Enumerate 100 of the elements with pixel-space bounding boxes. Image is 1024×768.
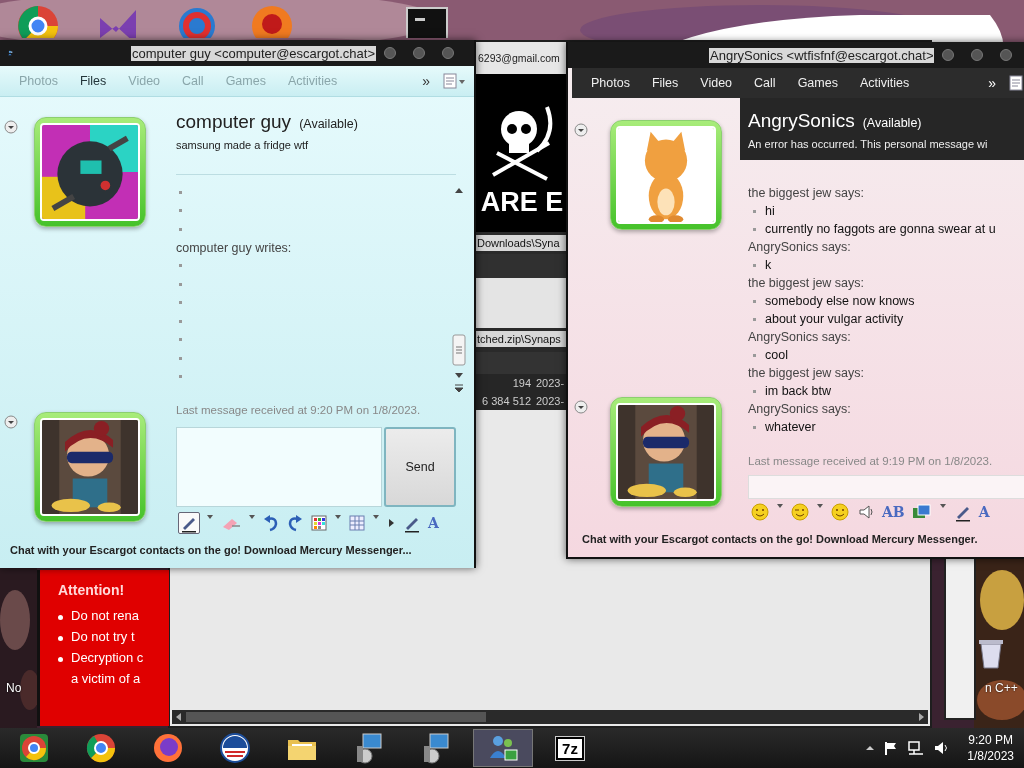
archive-app-button[interactable]: 7z xyxy=(556,736,584,760)
browser-icon[interactable] xyxy=(85,732,117,764)
caret-up-icon[interactable] xyxy=(865,743,876,753)
tab[interactable]: Activities xyxy=(848,76,921,90)
tab[interactable]: Photos xyxy=(580,76,641,90)
table-cell-text: 6 384 512 xyxy=(481,395,531,407)
promo-text: Chat with your Escargot contacts on the go! Download Mercury Messenger... xyxy=(9,543,413,558)
terminal-icon[interactable] xyxy=(405,4,449,38)
bullet-icon xyxy=(179,264,182,268)
bullet-icon xyxy=(753,389,756,393)
message-text: somebody else now knows xyxy=(765,294,915,308)
status-text: Last message received at 9:19 PM on 1/8/2023. xyxy=(748,454,994,469)
personal-message: An error has occurred. This personal message wi xyxy=(748,138,989,150)
message-text: im back btw xyxy=(765,384,831,398)
expand-icon[interactable] xyxy=(4,415,18,429)
sender-line: the biggest jew says: xyxy=(748,275,866,292)
tab[interactable]: Video xyxy=(689,76,744,90)
bullet-icon xyxy=(179,227,182,231)
banner-text: ARE E xyxy=(480,187,564,218)
window-control-button[interactable] xyxy=(442,47,454,59)
sender-line: computer guy writes: xyxy=(176,239,293,257)
expand-icon[interactable] xyxy=(574,400,588,414)
bullet-icon xyxy=(58,657,63,662)
tab[interactable]: Games xyxy=(786,76,849,90)
personal-message: samsung made a fridge wtf xyxy=(176,139,310,151)
taskbar-button[interactable] xyxy=(473,729,533,767)
format-button[interactable]: A xyxy=(428,515,439,531)
table-cell: 2023- xyxy=(536,377,566,389)
bullet-icon xyxy=(753,425,756,429)
status-text: Last message received at 9:20 PM on 1/8/2023. xyxy=(176,403,422,418)
bullet-icon xyxy=(753,263,756,267)
network-icon[interactable] xyxy=(907,740,926,756)
message-text: currently no faggots are gonna swear at u xyxy=(765,222,996,236)
status-text: (Available) xyxy=(862,116,922,130)
palette-icon[interactable] xyxy=(310,513,328,533)
window-control-button[interactable] xyxy=(971,49,984,61)
browser-icon[interactable] xyxy=(18,732,50,764)
contact-name: AngrySonics xyxy=(748,110,855,132)
window-control-button[interactable] xyxy=(1000,49,1013,61)
window-control-button[interactable] xyxy=(942,49,955,61)
overflow-button[interactable]: » xyxy=(410,73,442,89)
notice-text: Do not rena xyxy=(71,608,139,623)
tab[interactable]: Files xyxy=(640,76,690,90)
clock-date[interactable]: 1/8/2023 xyxy=(967,748,1014,764)
sender-line: the biggest jew says: xyxy=(748,365,866,382)
bullet-icon xyxy=(179,301,182,305)
icon-label[interactable]: No xyxy=(6,681,22,695)
bullet-icon xyxy=(179,282,182,286)
tab[interactable]: Files xyxy=(68,74,118,88)
clock-time[interactable]: 9:20 PM xyxy=(968,732,1013,748)
table-cell-text: 194 xyxy=(511,377,531,389)
bullet-icon xyxy=(179,190,182,194)
format-button[interactable]: AB xyxy=(882,504,905,520)
pen-icon[interactable] xyxy=(178,512,200,534)
promo-text: Chat with your Escargot contacts on the go! Download Mercury Messenger. xyxy=(581,532,979,547)
expand-icon[interactable] xyxy=(4,120,18,134)
scrollbar[interactable] xyxy=(172,710,928,724)
wink-icon[interactable] xyxy=(790,502,810,522)
bullet-icon xyxy=(753,227,756,231)
smiley-icon[interactable] xyxy=(830,502,850,522)
bullet-icon xyxy=(179,338,182,342)
bullet-icon xyxy=(753,299,756,303)
status-text: (Available) xyxy=(299,117,358,131)
bullet-icon xyxy=(58,636,63,641)
notice-text: Decryption c xyxy=(71,650,144,665)
sender-line: AngrySonics says: xyxy=(748,239,852,256)
bullet-icon xyxy=(179,209,182,213)
format-button[interactable]: A xyxy=(978,504,990,520)
message-input[interactable] xyxy=(176,427,382,507)
window-control-button[interactable] xyxy=(384,47,396,59)
window-title: computer guy <computer@escargot.chat> xyxy=(131,45,376,61)
message-text: whatever xyxy=(765,420,816,434)
undo-icon[interactable] xyxy=(262,513,280,533)
window-title: AngrySonics <wtfisfnf@escargot.chat> xyxy=(709,47,935,63)
sender-line: the biggest jew says: xyxy=(748,185,866,202)
send-button[interactable]: Send xyxy=(384,427,456,507)
table-cell: 2023- xyxy=(536,395,566,407)
overflow-button[interactable]: » xyxy=(976,75,1008,91)
smiley-icon[interactable] xyxy=(750,502,770,522)
notice-text: Do not try t xyxy=(71,629,135,644)
redo-icon[interactable] xyxy=(286,513,304,533)
tab[interactable]: Call xyxy=(743,76,787,90)
bullet-icon xyxy=(179,319,182,323)
message-input[interactable] xyxy=(748,475,1024,499)
bullet-icon xyxy=(753,209,756,213)
bullet-icon xyxy=(58,615,63,620)
browser-icon[interactable] xyxy=(152,732,184,764)
message-text: hi xyxy=(765,204,775,218)
window-control-button[interactable] xyxy=(413,47,425,59)
address-field[interactable]: tched.zip\Synaps xyxy=(476,331,568,347)
globe-icon[interactable] xyxy=(219,732,251,764)
sender-line: AngrySonics says: xyxy=(748,401,852,418)
sender-line: AngrySonics says: xyxy=(748,329,852,346)
message-text: about your vulgar activity xyxy=(765,312,904,326)
address-field[interactable]: Downloads\Syna xyxy=(476,235,568,251)
message-text: k xyxy=(765,258,772,272)
speaker-icon[interactable] xyxy=(856,502,876,522)
account-label: 6293@gmail.com xyxy=(476,42,568,74)
expand-icon[interactable] xyxy=(574,123,588,137)
bullet-icon xyxy=(179,375,182,379)
